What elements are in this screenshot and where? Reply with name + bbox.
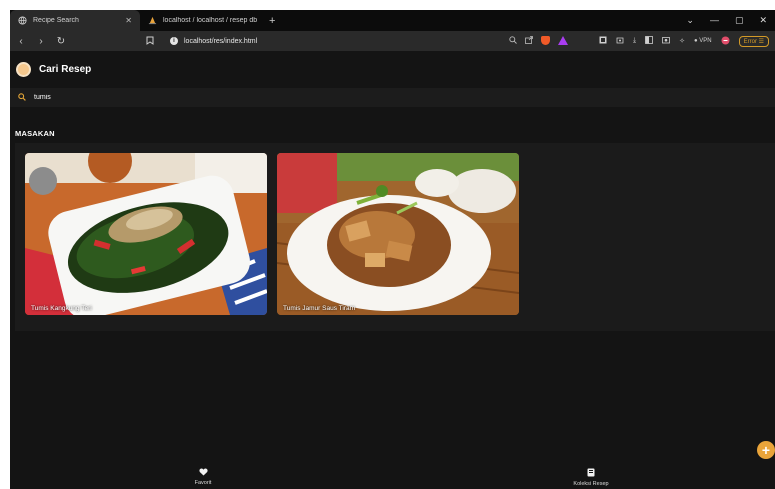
- recipe-card[interactable]: Tumis Kangkung Teri: [25, 153, 267, 315]
- recipe-photo-jamur: [277, 153, 519, 315]
- section-title: MASAKAN: [15, 129, 55, 138]
- tab-title: localhost / localhost / resep db / re: [163, 17, 257, 24]
- bottom-nav: Favorit Koleksi Resep: [10, 465, 775, 489]
- share-icon[interactable]: [525, 36, 533, 46]
- back-icon[interactable]: ‹: [16, 36, 26, 47]
- search-icon: [18, 92, 26, 103]
- bookmark-icon[interactable]: [146, 36, 154, 47]
- vpn-label: VPN: [699, 38, 712, 44]
- recipe-photo-kangkung: [25, 153, 267, 315]
- tab-strip: Recipe Search ✕ localhost / localhost / …: [10, 10, 775, 31]
- nav-label: Favorit: [194, 480, 212, 486]
- brave-rewards-icon[interactable]: [558, 36, 568, 45]
- download-icon[interactable]: ⤓: [633, 37, 636, 45]
- nav-label: Koleksi Resep: [573, 481, 609, 487]
- recipe-card[interactable]: Tumis Jamur Saus Tiram: [277, 153, 519, 315]
- reload-icon[interactable]: ↻: [56, 36, 66, 47]
- book-icon: [561, 468, 621, 479]
- url-actions: [509, 36, 568, 46]
- recipe-name: Tumis Kangkung Teri: [31, 305, 92, 312]
- tab-recipe-search[interactable]: Recipe Search ✕: [10, 10, 140, 31]
- nav-koleksi-resep[interactable]: Koleksi Resep: [561, 468, 621, 487]
- window-controls: ⌄ — ▢ ✕: [686, 15, 775, 26]
- search-bar: [10, 88, 775, 107]
- wallet-icon[interactable]: [616, 36, 624, 46]
- split-view-icon[interactable]: [645, 36, 653, 46]
- minimize-icon[interactable]: —: [710, 15, 719, 26]
- add-recipe-button[interactable]: +: [757, 441, 775, 459]
- sidebar-icon[interactable]: [599, 36, 607, 46]
- heart-icon: [173, 468, 233, 478]
- screenshot-icon[interactable]: [662, 36, 670, 46]
- recipe-results: Tumis Kangkung Teri Tumis Jamur Saus Tir…: [15, 143, 775, 331]
- app-logo-icon: [16, 62, 31, 77]
- close-window-icon[interactable]: ✕: [759, 15, 767, 26]
- tab-title: Recipe Search: [33, 17, 79, 24]
- error-button[interactable]: Error ☰: [738, 35, 769, 47]
- chevron-down-icon[interactable]: ⌄: [686, 15, 694, 26]
- sailboat-icon: [148, 16, 157, 25]
- extension-icon[interactable]: [721, 36, 730, 47]
- globe-icon: [18, 16, 27, 25]
- ai-assistant-icon[interactable]: ✧: [679, 37, 685, 45]
- recipe-name: Tumis Jamur Saus Tiram: [283, 305, 355, 312]
- info-icon[interactable]: i: [170, 37, 178, 45]
- app-header: Cari Resep: [10, 51, 775, 88]
- forward-icon[interactable]: ›: [36, 36, 46, 47]
- brave-shield-icon[interactable]: [541, 36, 550, 45]
- zoom-icon[interactable]: [509, 36, 517, 46]
- new-tab-button[interactable]: +: [269, 15, 275, 27]
- nav-favorit[interactable]: Favorit: [173, 468, 233, 486]
- close-icon[interactable]: ✕: [125, 16, 132, 25]
- browser-window: Recipe Search ✕ localhost / localhost / …: [10, 10, 775, 489]
- url-text[interactable]: localhost/res/index.html: [184, 38, 503, 45]
- address-toolbar: ‹ › ↻ i localhost/res/index.html ⤓ ✧ ● V…: [10, 31, 775, 51]
- extensions-bar: ⤓ ✧ ● VPN Error ☰: [599, 35, 769, 47]
- url-bar[interactable]: i localhost/res/index.html: [164, 33, 574, 49]
- page-title: Cari Resep: [39, 64, 92, 75]
- restore-icon[interactable]: ▢: [735, 15, 744, 26]
- tab-phpmyadmin[interactable]: localhost / localhost / resep db / re: [140, 10, 265, 31]
- error-button-label: Error: [743, 38, 757, 45]
- vpn-button[interactable]: ● VPN: [694, 38, 712, 44]
- search-input[interactable]: [34, 94, 334, 101]
